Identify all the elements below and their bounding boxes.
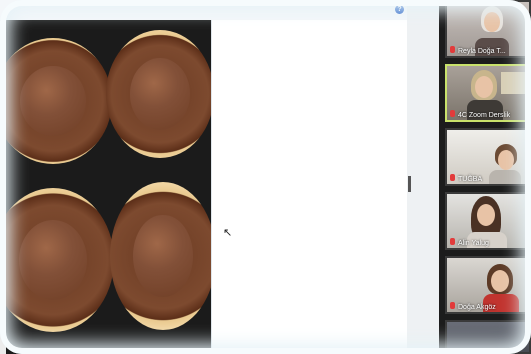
participant-name: TUĞBA bbox=[458, 176, 483, 183]
panel-resize-handle[interactable] bbox=[408, 176, 411, 192]
tart-image bbox=[6, 38, 112, 164]
participant-name: Doğa Akgöz bbox=[458, 304, 496, 311]
participant-tile[interactable]: 4C Zoom Derslik bbox=[445, 64, 531, 122]
participant-tile[interactable]: TUĞBA bbox=[445, 128, 531, 186]
muted-mic-icon bbox=[450, 46, 455, 53]
participant-name: Alin Yalug bbox=[458, 240, 489, 247]
tart-image bbox=[106, 30, 211, 158]
muted-mic-icon bbox=[450, 110, 455, 117]
document-page[interactable] bbox=[211, 20, 408, 354]
participant-tile[interactable] bbox=[445, 320, 531, 354]
participants-sidebar: Reyla Doğa T... 4C Zoom Derslik TUĞBA Al… bbox=[439, 0, 531, 354]
participant-name: 4C Zoom Derslik bbox=[458, 112, 511, 119]
participant-tile[interactable]: Reyla Doğa T... bbox=[445, 0, 531, 58]
help-icon[interactable]: ? bbox=[395, 5, 404, 14]
document-toolbar: ? bbox=[0, 0, 412, 21]
participant-tile[interactable]: Alin Yalug bbox=[445, 192, 531, 250]
tart-image bbox=[6, 188, 114, 332]
shared-screen: ? ↖ bbox=[0, 0, 412, 354]
tart-image bbox=[110, 182, 211, 330]
muted-mic-icon bbox=[450, 238, 455, 245]
participant-name: Reyla Doğa T... bbox=[458, 48, 506, 55]
zoom-window: ? ↖ Reyla Doğa T... 4C Zoom Derslik TUĞB… bbox=[0, 0, 531, 354]
muted-mic-icon bbox=[450, 174, 455, 181]
participant-tile[interactable]: Doğa Akgöz bbox=[445, 256, 531, 314]
divider-panel bbox=[407, 0, 439, 354]
arrow-cursor-icon: ↖ bbox=[223, 227, 233, 239]
chocolate-tarts-photo bbox=[6, 20, 211, 354]
muted-mic-icon bbox=[450, 302, 455, 309]
